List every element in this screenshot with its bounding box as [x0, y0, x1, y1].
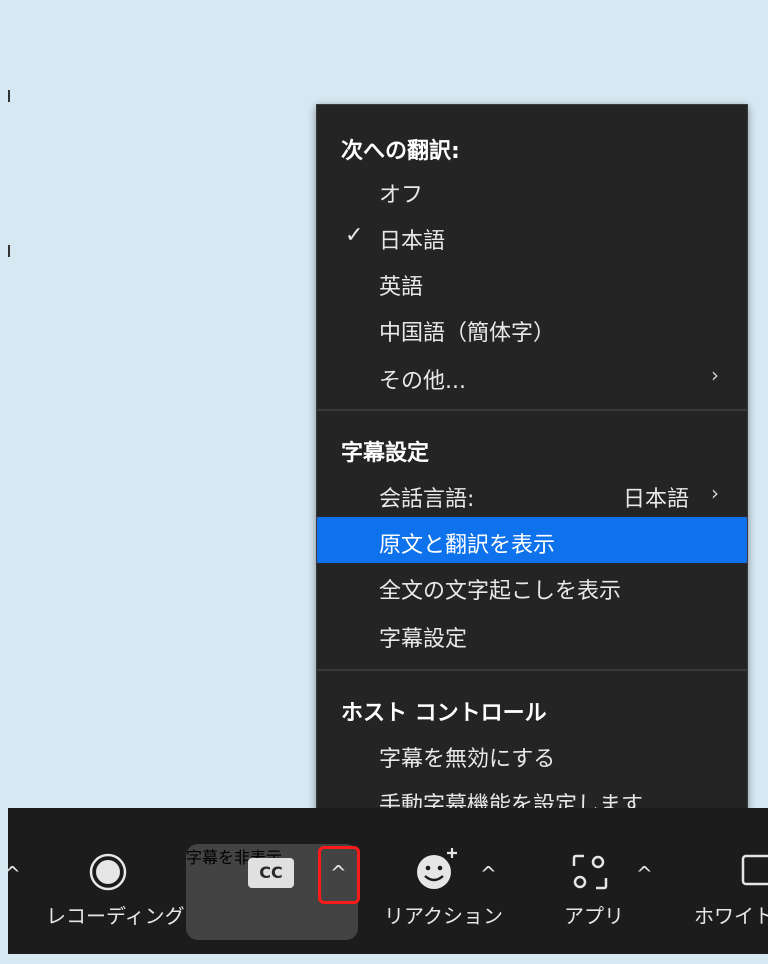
menu-item-label: 字幕を無効にする	[379, 747, 556, 772]
menu-item-show-original-translation[interactable]: 原文と翻訳を表示	[317, 517, 747, 563]
chevron-up-icon[interactable]: ^	[480, 862, 497, 886]
cc-icon: CC	[248, 858, 294, 888]
menu-item-label: 全文の文字起こしを表示	[379, 579, 622, 604]
divider	[317, 669, 747, 671]
chevron-right-icon: ›	[711, 363, 719, 387]
whiteboard-button[interactable]: ホワイト	[688, 808, 768, 954]
menu-item-caption-settings[interactable]: 字幕設定	[317, 611, 747, 657]
chevron-up-icon[interactable]: ^	[636, 862, 653, 886]
menu-item-label: その他...	[379, 369, 466, 394]
apps-icon	[572, 854, 608, 890]
chevron-up-icon[interactable]: ^	[4, 862, 21, 886]
bottom-edge	[8, 954, 768, 964]
host-controls-header: ホスト コントロール	[341, 701, 547, 726]
check-icon: ✓	[345, 223, 364, 248]
menu-item-english[interactable]: 英語	[317, 259, 747, 305]
chevron-right-icon: ›	[711, 481, 719, 505]
edge-mark	[8, 90, 10, 102]
apps-label: アプリ	[564, 904, 624, 928]
reactions-label: リアクション	[384, 904, 503, 928]
recording-label: レコーディング	[46, 904, 185, 928]
menu-item-label: 原文と翻訳を表示	[379, 533, 556, 558]
meeting-toolbar: ^ レコーディング CC 字幕を非表示 ^ リアクション ^ アプリ ^ ホワイ…	[4, 808, 768, 954]
menu-item-show-full-transcript[interactable]: 全文の文字起こしを表示	[317, 563, 747, 609]
menu-item-off[interactable]: オフ	[317, 167, 747, 213]
record-icon	[89, 853, 127, 891]
menu-item-japanese[interactable]: ✓ 日本語	[317, 213, 747, 259]
edge-mark	[8, 245, 10, 257]
menu-item-chinese[interactable]: 中国語（簡体字）	[317, 305, 747, 351]
chevron-up-icon: ^	[330, 861, 347, 885]
menu-item-label: 会話言語:	[379, 487, 475, 512]
menu-item-label: 字幕設定	[379, 627, 468, 652]
recording-button[interactable]: レコーディング	[38, 808, 185, 954]
smiley-add-icon	[417, 848, 457, 889]
menu-item-label: 日本語	[379, 229, 446, 254]
translation-header: 次への翻訳:	[341, 139, 460, 164]
menu-item-label: 中国語（簡体字）	[379, 321, 556, 346]
menu-item-other[interactable]: その他... ›	[317, 353, 747, 399]
captions-menu: 次への翻訳: オフ ✓ 日本語 英語 中国語（簡体字） その他... › 字幕設…	[316, 104, 748, 836]
spoken-language-value: 日本語	[622, 487, 689, 512]
caption-settings-header: 字幕設定	[341, 441, 430, 466]
menu-item-disable-captions[interactable]: 字幕を無効にする	[317, 731, 747, 777]
menu-item-label: 英語	[379, 275, 424, 300]
menu-item-spoken-language[interactable]: 会話言語: 日本語 ›	[317, 471, 747, 517]
captions-menu-toggle[interactable]: ^	[318, 846, 360, 904]
divider	[317, 409, 747, 411]
whiteboard-icon	[741, 854, 768, 886]
apps-button[interactable]: アプリ	[548, 808, 648, 954]
whiteboard-label: ホワイト	[694, 904, 768, 928]
menu-item-label: オフ	[379, 183, 424, 208]
